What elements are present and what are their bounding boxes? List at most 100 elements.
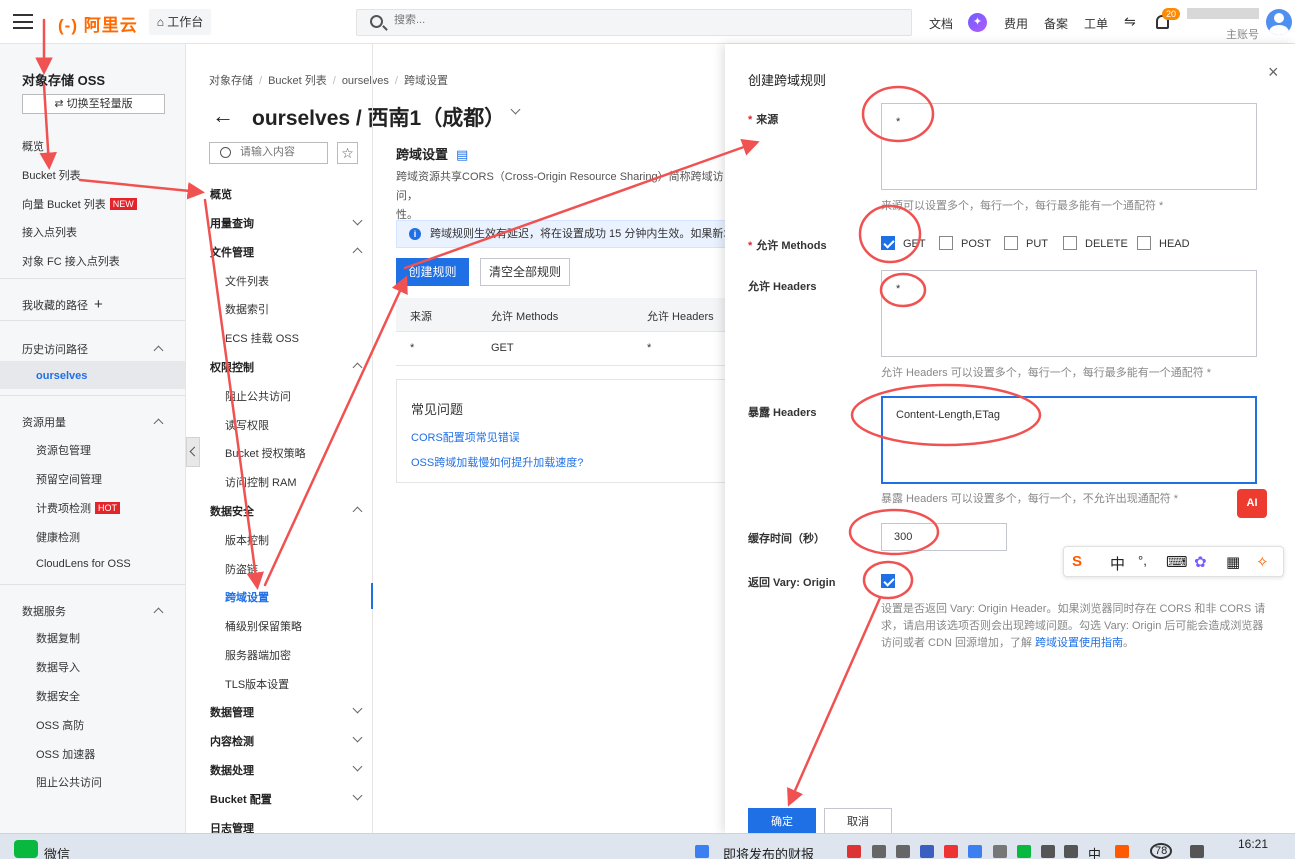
news-headline[interactable]: 即将发布的财报 xyxy=(723,844,814,859)
keyboard-icon[interactable]: ⌨ xyxy=(1166,553,1188,571)
menu-icon[interactable] xyxy=(13,14,33,29)
breadcrumb-bucket-list[interactable]: Bucket 列表 xyxy=(268,75,327,87)
checkbox[interactable] xyxy=(1063,236,1077,250)
sidebar-item-import[interactable]: 数据导入 xyxy=(36,659,80,675)
allow-headers-textarea[interactable]: * xyxy=(881,270,1257,357)
chevron-down-icon[interactable] xyxy=(352,732,363,743)
sidebar-item-accelerator[interactable]: OSS 加速器 xyxy=(36,746,95,762)
checkbox-checked[interactable] xyxy=(881,236,895,250)
ai-assistant-icon[interactable]: ✦ xyxy=(968,13,987,32)
sogou-tray-icon[interactable] xyxy=(1115,845,1129,858)
clear-rules-button[interactable]: 清空全部规则 xyxy=(480,258,570,286)
expose-headers-textarea[interactable]: Content-Length,ETag xyxy=(881,396,1257,484)
ime-punct-toggle[interactable]: °, xyxy=(1138,553,1147,568)
bucket-nav-cors[interactable]: 跨域设置 xyxy=(225,589,269,605)
chevron-up-icon[interactable] xyxy=(153,418,164,429)
tray-app-icon[interactable] xyxy=(1190,845,1204,858)
sidebar-item-cloudlens[interactable]: CloudLens for OSS xyxy=(36,558,131,570)
ime-lang-toggle[interactable]: 中 xyxy=(1110,553,1125,574)
sidebar-item-fc-access-points[interactable]: 对象 FC 接入点列表 xyxy=(22,253,120,269)
volume-icon[interactable] xyxy=(1064,845,1078,858)
faq-link-cors-errors[interactable]: CORS配置项常见错误 xyxy=(411,429,520,445)
aliyun-logo[interactable]: (-) 阿里云 xyxy=(58,11,138,36)
sidebar-item-oss-ddos[interactable]: OSS 高防 xyxy=(36,717,84,733)
origin-textarea[interactable]: * xyxy=(881,103,1257,190)
cache-time-input[interactable]: 300 xyxy=(881,523,1007,551)
checkbox-checked[interactable] xyxy=(881,574,895,588)
bucket-nav-versioning[interactable]: 版本控制 xyxy=(225,532,269,548)
nav-docs[interactable]: 文档 xyxy=(929,15,953,32)
skin-icon[interactable]: ✿ xyxy=(1194,553,1207,571)
faq-link-speed[interactable]: OSS跨域加载慢如何提升加载速度? xyxy=(411,454,583,470)
wechat-label[interactable]: 微信 xyxy=(44,844,70,859)
global-search[interactable] xyxy=(356,9,912,36)
chevron-up-icon[interactable] xyxy=(153,345,164,356)
create-rule-button[interactable]: 创建规则 xyxy=(396,258,469,286)
sidebar-item-block-public[interactable]: 阻止公共访问 xyxy=(36,774,102,790)
sidebar-item-bucket-list[interactable]: Bucket 列表 xyxy=(22,167,81,183)
bucket-nav-block-public[interactable]: 阻止公共访问 xyxy=(225,388,291,404)
bucket-nav-hotlink[interactable]: 防盗链 xyxy=(225,561,258,577)
chevron-down-icon[interactable] xyxy=(352,761,363,772)
workbench-button[interactable]: ⌂ 工作台 xyxy=(149,9,211,35)
chevron-up-icon[interactable] xyxy=(352,247,363,258)
bucket-nav-acl[interactable]: 读写权限 xyxy=(225,417,269,433)
bucket-nav-data-mgmt[interactable]: 数据管理 xyxy=(210,704,254,720)
sidebar-item-access-points[interactable]: 接入点列表 xyxy=(22,224,77,240)
method-post-checkbox[interactable]: POST xyxy=(939,236,991,250)
tray-app-icon[interactable] xyxy=(944,845,958,858)
chevron-up-icon[interactable] xyxy=(153,607,164,618)
bucket-nav-policy[interactable]: Bucket 授权策略 xyxy=(225,445,306,461)
vary-origin-checkbox[interactable] xyxy=(881,574,903,588)
sidebar-item-overview[interactable]: 概览 xyxy=(22,138,44,154)
bucket-nav-overview[interactable]: 概览 xyxy=(210,186,232,202)
toolbox-icon[interactable]: ▦ xyxy=(1226,553,1240,571)
sidebar-group-history[interactable]: 历史访问路径 xyxy=(22,341,88,357)
method-delete-checkbox[interactable]: DELETE xyxy=(1063,236,1128,250)
cors-guide-link[interactable]: 跨域设置使用指南 xyxy=(1035,637,1123,649)
news-icon[interactable] xyxy=(695,845,709,858)
wechat-tray-icon[interactable] xyxy=(1017,845,1031,858)
bucket-nav-tls[interactable]: TLS版本设置 xyxy=(225,676,289,692)
bucket-nav-file-mgmt[interactable]: 文件管理 xyxy=(210,244,254,260)
plus-icon[interactable]: + xyxy=(94,296,103,313)
method-put-checkbox[interactable]: PUT xyxy=(1004,236,1048,250)
bucket-nav-ecs-mount[interactable]: ECS 挂载 OSS xyxy=(225,330,299,346)
breadcrumb-oss[interactable]: 对象存储 xyxy=(209,75,253,87)
ai-helper-icon[interactable]: AI xyxy=(1237,489,1267,518)
nav-icp[interactable]: 备案 xyxy=(1044,15,1068,32)
tray-app-icon[interactable] xyxy=(920,845,934,858)
bucket-nav-security[interactable]: 数据安全 xyxy=(210,503,254,519)
bucket-nav-permission[interactable]: 权限控制 xyxy=(210,359,254,375)
sidebar-item-data-security[interactable]: 数据安全 xyxy=(36,688,80,704)
bucket-nav-retention[interactable]: 桶级别保留策略 xyxy=(225,618,302,634)
sidebar-item-replication[interactable]: 数据复制 xyxy=(36,630,80,646)
bucket-nav-ram[interactable]: 访问控制 RAM xyxy=(225,474,297,490)
chevron-down-icon[interactable] xyxy=(352,703,363,714)
cancel-button[interactable]: 取消 xyxy=(824,808,892,836)
bucket-nav-bucket-config[interactable]: Bucket 配置 xyxy=(210,791,272,807)
tray-app-icon[interactable] xyxy=(847,845,861,858)
printer-icon[interactable] xyxy=(896,845,910,858)
checkbox[interactable] xyxy=(1004,236,1018,250)
bucket-nav-content-detect[interactable]: 内容检测 xyxy=(210,733,254,749)
chevron-down-icon[interactable] xyxy=(352,790,363,801)
sidebar-item-reserved-space[interactable]: 预留空间管理 xyxy=(36,471,102,487)
close-icon[interactable]: × xyxy=(1268,62,1279,83)
printer-icon[interactable] xyxy=(872,845,886,858)
confirm-button[interactable]: 确定 xyxy=(748,808,816,836)
shield-icon[interactable] xyxy=(968,845,982,858)
switch-lite-button[interactable]: ⇄ 切换至轻量版 xyxy=(22,94,165,114)
bucket-nav-data-index[interactable]: 数据索引 xyxy=(225,301,269,317)
avatar[interactable] xyxy=(1266,9,1292,35)
ime-lang-indicator[interactable]: 中 xyxy=(1088,844,1101,859)
menu-search-input[interactable] xyxy=(240,146,325,158)
bucket-nav-file-list[interactable]: 文件列表 xyxy=(225,273,269,289)
nav-ticket[interactable]: 工单 xyxy=(1084,15,1108,32)
bucket-nav-data-process[interactable]: 数据处理 xyxy=(210,762,254,778)
favorite-star-icon[interactable]: ☆ xyxy=(337,142,358,164)
network-icon[interactable] xyxy=(1041,845,1055,858)
sidebar-item-resource-pack[interactable]: 资源包管理 xyxy=(36,442,91,458)
doc-icon[interactable]: ▤ xyxy=(456,147,468,162)
global-search-input[interactable] xyxy=(394,14,794,26)
